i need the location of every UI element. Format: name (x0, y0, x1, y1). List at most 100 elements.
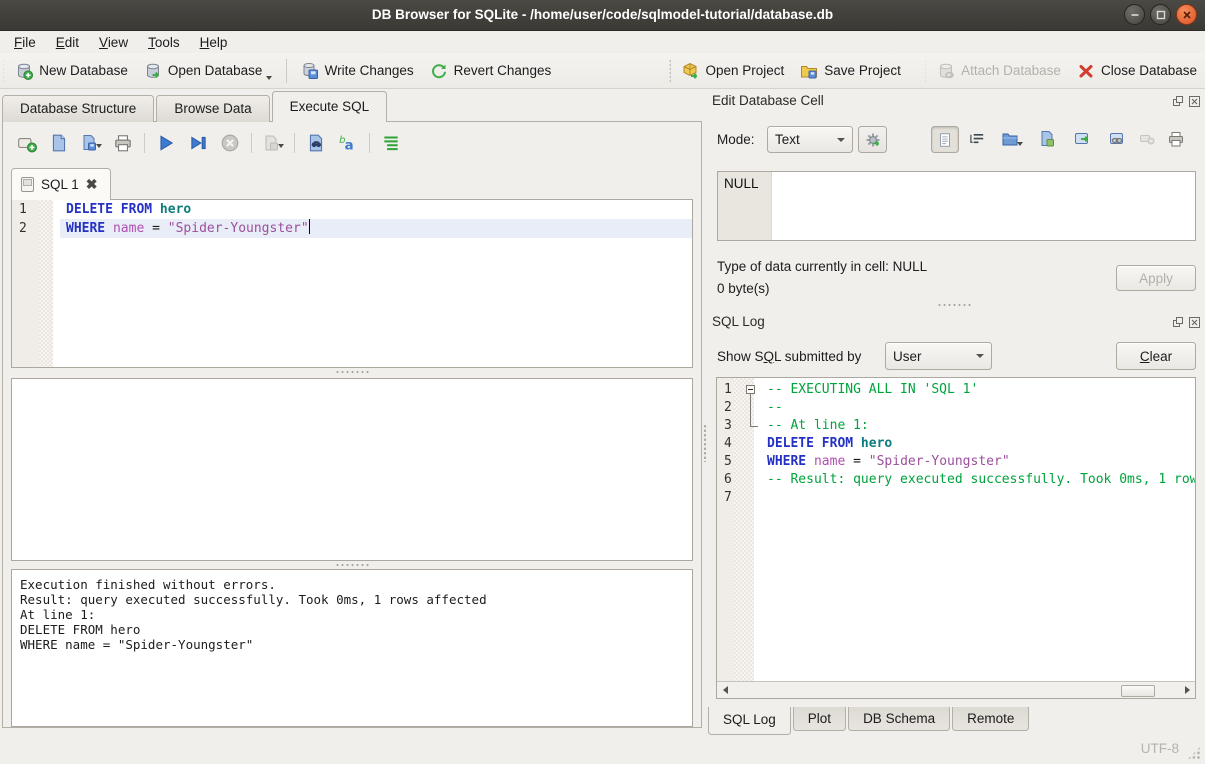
line-number: 3 (717, 417, 741, 435)
code-line[interactable]: 2-- (717, 399, 1195, 417)
maximize-button[interactable] (1150, 4, 1171, 25)
print-cell-button[interactable] (1163, 126, 1189, 152)
execute-all-button[interactable] (155, 132, 177, 154)
mode-dropdown[interactable]: Text (767, 126, 853, 153)
text-mode-button[interactable] (931, 126, 959, 153)
float-dock-button[interactable] (1172, 95, 1184, 107)
close-database-button[interactable]: Close Database (1069, 56, 1205, 86)
word-wrap-icon (969, 131, 986, 148)
save-project-button[interactable]: Save Project (792, 56, 909, 86)
menu-help[interactable]: Help (190, 33, 238, 52)
close-button[interactable] (1176, 4, 1197, 25)
code-line[interactable]: 1DELETE FROM hero (12, 200, 692, 219)
word-wrap-button[interactable] (380, 132, 402, 154)
fold-collapse-icon[interactable] (746, 385, 755, 394)
sql-tab-close-icon[interactable]: ✖ (86, 176, 98, 193)
menu-tools[interactable]: Tools (138, 33, 190, 52)
close-dock-button[interactable] (1188, 95, 1200, 107)
revert-changes-button[interactable]: Revert Changes (422, 56, 560, 86)
message-line: At line 1: (20, 607, 684, 622)
tab-execute-sql[interactable]: Execute SQL (272, 91, 388, 122)
panel-splitter[interactable] (703, 424, 708, 462)
scrollbar-thumb[interactable] (1121, 685, 1155, 697)
window-controls (1124, 4, 1197, 25)
dock-splitter[interactable] (712, 302, 1196, 308)
code-line[interactable]: 2WHERE name = "Spider-Youngster" (12, 219, 692, 238)
open-database-button[interactable]: Open Database (136, 56, 281, 86)
toolbar-drag-handle[interactable] (669, 59, 670, 83)
code-line[interactable]: 5WHERE name = "Spider-Youngster" (717, 453, 1195, 471)
sql-editor[interactable]: 1DELETE FROM hero2WHERE name = "Spider-Y… (11, 199, 693, 368)
toolbar-drag-handle[interactable] (3, 59, 4, 83)
execution-message-pane[interactable]: Execution finished without errors.Result… (11, 569, 693, 727)
export-cell-data-button[interactable] (1034, 126, 1060, 152)
code-line[interactable]: 6-- Result: query executed successfully.… (717, 471, 1195, 489)
line-number: 4 (717, 435, 741, 453)
stop-icon (220, 133, 240, 153)
new-database-icon (15, 62, 33, 80)
execute-current-line-button[interactable] (187, 132, 209, 154)
code-line[interactable]: 3-- At line 1: (717, 417, 1195, 435)
editor-results-splitter[interactable] (3, 369, 701, 375)
message-line: DELETE FROM hero (20, 622, 684, 637)
code-line[interactable]: 7 (717, 489, 1195, 507)
results-grid[interactable] (11, 378, 693, 561)
close-dock-icon (1189, 317, 1200, 328)
open-sql-file-button[interactable] (48, 132, 70, 154)
results-message-splitter[interactable] (3, 562, 701, 568)
line-number: 2 (717, 399, 741, 417)
cell-value-editor[interactable]: NULL (717, 171, 1196, 241)
menu-view[interactable]: View (89, 33, 138, 52)
save-sql-dropdown-arrow[interactable] (96, 144, 102, 148)
open-database-dropdown-arrow[interactable] (266, 76, 272, 80)
menu-file[interactable]: File (4, 33, 46, 52)
dock-tab-remote[interactable]: Remote (952, 707, 1029, 731)
scroll-left-button[interactable] (717, 682, 733, 698)
float-dock-button[interactable] (1172, 316, 1184, 328)
import-cell-data-button[interactable] (999, 126, 1025, 152)
close-dock-button[interactable] (1188, 316, 1200, 328)
save-sql-file-button[interactable] (80, 132, 102, 154)
new-database-button[interactable]: New Database (7, 56, 136, 86)
import-dropdown-arrow[interactable] (1017, 142, 1023, 146)
stop-button (219, 132, 241, 154)
code-line[interactable]: 1 -- EXECUTING ALL IN 'SQL 1' (717, 381, 1195, 399)
fold-cell[interactable] (741, 399, 761, 417)
save-project-icon (800, 62, 818, 80)
clear-log-button[interactable]: Clear (1116, 342, 1196, 370)
apply-format-button[interactable] (858, 126, 887, 153)
scroll-right-button[interactable] (1179, 682, 1195, 698)
format-sql-button[interactable]: ba (337, 132, 359, 154)
toolbar-drag-handle[interactable] (925, 59, 926, 83)
fold-cell[interactable] (741, 381, 761, 399)
write-changes-button[interactable]: Write Changes (293, 56, 422, 86)
menu-edit[interactable]: Edit (46, 33, 89, 52)
export-to-file-button[interactable] (1069, 126, 1095, 152)
fold-cell[interactable] (741, 417, 761, 435)
sql-log-filter-dropdown[interactable]: User (885, 342, 992, 370)
tab-database-structure[interactable]: Database Structure (2, 95, 154, 122)
code-line[interactable]: 4DELETE FROM hero (717, 435, 1195, 453)
open-in-external-button[interactable] (1104, 126, 1130, 152)
sql-editor-tab[interactable]: SQL 1 ✖ (11, 168, 111, 200)
open-project-button[interactable]: Open Project (674, 56, 793, 86)
new-sql-tab-button[interactable] (16, 132, 38, 154)
code-text: -- EXECUTING ALL IN 'SQL 1' (761, 381, 1195, 399)
minimize-button[interactable] (1124, 4, 1145, 25)
set-null-icon (1138, 130, 1156, 148)
find-button[interactable] (305, 132, 327, 154)
dock-tab-sql-log[interactable]: SQL Log (708, 707, 791, 735)
set-null-button (1134, 126, 1160, 152)
sql-log-viewer[interactable]: 1 -- EXECUTING ALL IN 'SQL 1'2--3-- At li… (716, 377, 1196, 699)
execute-sql-pane: ba SQL 1 ✖ 1DELETE FROM hero2WHERE name … (2, 121, 702, 728)
line-number: 1 (717, 381, 741, 399)
horizontal-scrollbar[interactable] (717, 681, 1195, 698)
tab-browse-data[interactable]: Browse Data (156, 95, 269, 122)
resize-grip[interactable] (1187, 746, 1201, 760)
dock-tab-db-schema[interactable]: DB Schema (848, 707, 950, 731)
print-sql-button[interactable] (112, 132, 134, 154)
dock-tab-plot[interactable]: Plot (793, 707, 846, 731)
word-wrap-cell-button[interactable] (964, 126, 990, 152)
sql-tab-label: SQL 1 (41, 177, 79, 192)
log-lines: 1 -- EXECUTING ALL IN 'SQL 1'2--3-- At li… (717, 381, 1195, 507)
